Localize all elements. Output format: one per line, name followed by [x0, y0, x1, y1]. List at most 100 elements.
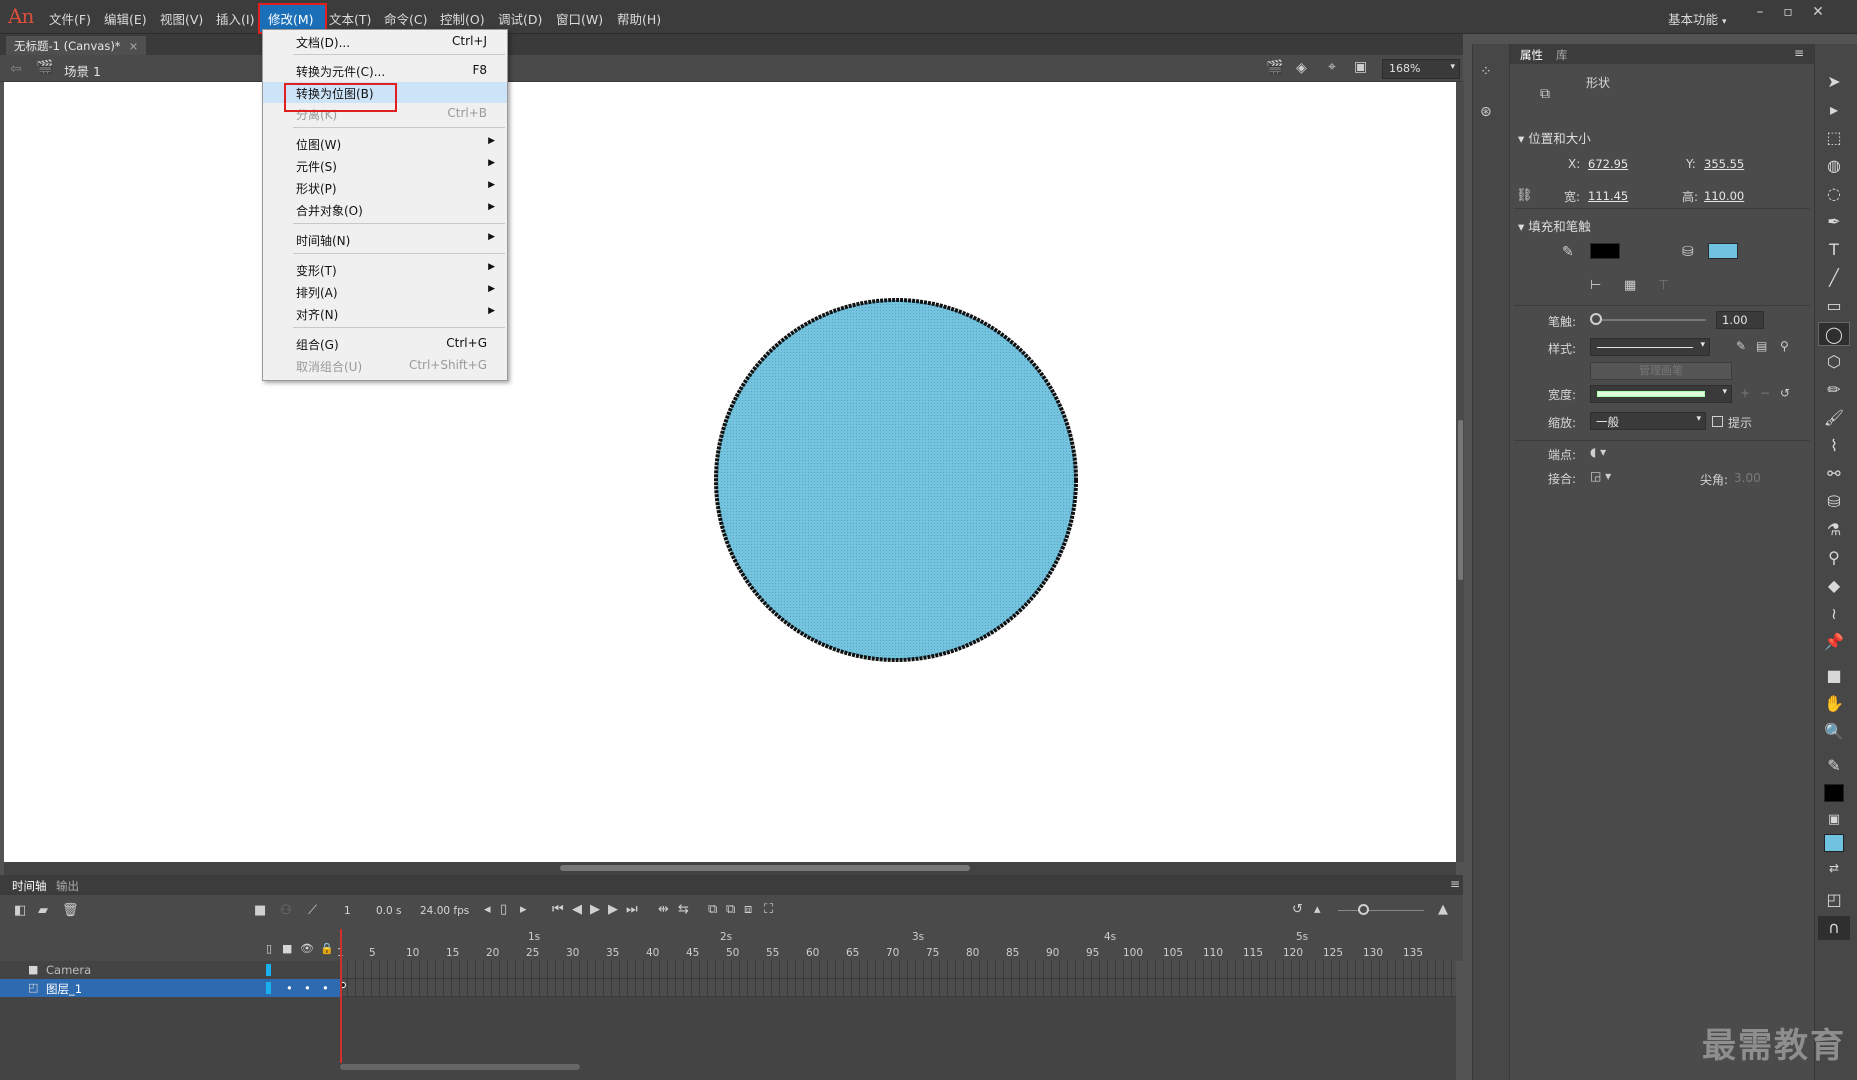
bone-tool-icon[interactable]: ⚯ — [1818, 462, 1850, 486]
rectangle-tool-icon[interactable]: ▭ — [1818, 294, 1850, 318]
play-icon[interactable]: ▶ — [590, 902, 600, 917]
hand-tool-icon[interactable]: ✋ — [1818, 692, 1850, 716]
menu-debug[interactable]: 调试(D) — [498, 9, 542, 28]
dot-icon[interactable]: • — [304, 981, 311, 995]
motion-presets-icon[interactable]: ⁘ — [1480, 64, 1492, 80]
frames-grid[interactable] — [340, 961, 1456, 1080]
insert-keyframe-icon[interactable]: ▯ — [500, 902, 507, 917]
y-value[interactable]: 355.55 — [1704, 157, 1744, 171]
zoom-tool-icon[interactable]: 🔍 — [1818, 720, 1850, 744]
new-layer-icon[interactable]: ◧ — [14, 903, 26, 918]
onion-skin-icon[interactable]: ⧉ — [708, 902, 717, 917]
distribute-icon[interactable]: ▦ — [1624, 278, 1636, 293]
layer-row-layer1[interactable]: ◰ 图层_1 • • • — [0, 979, 340, 997]
menu-help[interactable]: 帮助(H) — [617, 9, 661, 28]
timeline-menu-icon[interactable]: ≡ — [1450, 877, 1460, 891]
stage-horizontal-scroll-thumb[interactable] — [560, 865, 970, 871]
ink-bottle-tool-icon[interactable]: ⚗ — [1818, 518, 1850, 542]
stroke-color-swatch[interactable] — [1590, 243, 1620, 259]
panel-menu-icon[interactable]: ≡ — [1794, 46, 1804, 60]
swap-colors-icon[interactable]: ⇄ — [1818, 856, 1850, 880]
menu-item-align[interactable]: 对齐(N) ▶ — [263, 303, 507, 324]
x-value[interactable]: 672.95 — [1588, 157, 1628, 171]
clip-canvas-icon[interactable]: ▣ — [1354, 59, 1367, 75]
tab-timeline[interactable]: 时间轴 — [12, 878, 47, 894]
tab-library[interactable]: 库 — [1556, 47, 1568, 63]
brush-options-icon[interactable]: ⚲ — [1780, 339, 1789, 353]
edit-symbol-icon[interactable]: ◈ — [1296, 60, 1307, 76]
stage-canvas[interactable] — [4, 82, 1456, 862]
menu-item-shape[interactable]: 形状(P) ▶ — [263, 177, 507, 198]
free-transform-tool-icon[interactable]: ⬚ — [1818, 126, 1850, 150]
menu-edit[interactable]: 编辑(E) — [104, 9, 147, 28]
menu-item-combine-objects[interactable]: 合并对象(O) ▶ — [263, 199, 507, 220]
line-tool-icon[interactable]: ╱ — [1818, 266, 1850, 290]
polystar-tool-icon[interactable]: ⬡ — [1818, 350, 1850, 374]
pen-tool-icon[interactable]: ✒ — [1818, 210, 1850, 234]
circle-shape[interactable] — [714, 298, 1078, 662]
hint-checkbox[interactable] — [1712, 416, 1723, 427]
zoom-in-frames-icon[interactable]: ▲ — [1438, 902, 1448, 917]
tab-output[interactable]: 输出 — [56, 878, 79, 894]
close-icon[interactable]: × — [129, 39, 139, 53]
delete-layer-icon[interactable]: 🗑 — [62, 903, 79, 918]
camera-tool-icon[interactable]: ■ — [1818, 664, 1850, 688]
camera-layer-icon[interactable]: ■ — [282, 942, 292, 955]
timeline-horizontal-scroll-thumb[interactable] — [340, 1064, 580, 1070]
eyedropper-tool-icon[interactable]: ⚲ — [1818, 546, 1850, 570]
menu-item-bitmap[interactable]: 位图(W) ▶ — [263, 133, 507, 154]
width-profile-select[interactable]: ▾ — [1590, 385, 1732, 403]
cap-style-select[interactable]: ◖ ▾ — [1590, 445, 1606, 459]
menu-item-transform[interactable]: 变形(T) ▶ — [263, 259, 507, 280]
frame-rate[interactable]: 24.00 fps — [420, 905, 469, 917]
minimize-button[interactable]: – — [1748, 4, 1772, 20]
width-tool-icon[interactable]: ≀ — [1818, 602, 1850, 626]
edit-stroke-style-icon[interactable]: ✎ — [1736, 339, 1746, 353]
tool-stroke-color-swatch[interactable] — [1824, 784, 1844, 802]
menu-item-document[interactable]: 文档(D)... Ctrl+J — [263, 31, 507, 52]
menu-modify[interactable]: 修改(M) — [268, 9, 314, 28]
prev-keyframe-icon[interactable]: ◂ — [484, 902, 491, 917]
paint-bucket-tool-icon[interactable]: ⛁ — [1818, 490, 1850, 514]
onion-skin-outlines-icon[interactable]: ⧉ — [726, 902, 735, 917]
object-drawing-icon[interactable]: ◰ — [1818, 888, 1850, 912]
edit-multiple-frames-icon[interactable]: ⧈ — [744, 902, 752, 917]
pencil-tool-icon[interactable]: ✏ — [1818, 378, 1850, 402]
new-folder-icon[interactable]: ▰ — [38, 903, 48, 918]
camera-toggle-icon[interactable]: ■ — [254, 903, 266, 918]
edit-scene-icon[interactable]: 🎬 — [1266, 60, 1283, 76]
modify-markers-icon[interactable]: ⛶ — [764, 902, 773, 917]
fill-stroke-section[interactable]: ▾ 填充和笔触 — [1518, 216, 1591, 235]
stroke-style-select[interactable]: ▾ — [1590, 338, 1710, 356]
menu-commands[interactable]: 命令(C) — [384, 9, 427, 28]
maximize-button[interactable]: ▫ — [1776, 4, 1800, 20]
lasso-tool-icon[interactable]: ◌ — [1818, 182, 1850, 206]
width-value[interactable]: 111.45 — [1588, 189, 1628, 203]
asset-warp-tool-icon[interactable]: 📌 — [1818, 630, 1850, 654]
text-tool-icon[interactable]: T — [1818, 238, 1850, 262]
dot-icon[interactable]: • — [286, 981, 293, 995]
eraser-tool-icon[interactable]: ◆ — [1818, 574, 1850, 598]
zoom-out-frames-icon[interactable]: ▴ — [1314, 902, 1321, 917]
undo-zoom-icon[interactable]: ↺ — [1292, 902, 1303, 917]
scale-select[interactable]: 一般 ▾ — [1590, 412, 1706, 430]
reset-width-icon[interactable]: ↺ — [1780, 386, 1790, 400]
cc-libraries-icon[interactable]: ⊛ — [1480, 104, 1492, 120]
fill-color-swatch[interactable] — [1708, 243, 1738, 259]
tab-properties[interactable]: 属性 — [1520, 47, 1543, 63]
join-style-select[interactable]: ◲ ▾ — [1590, 469, 1611, 483]
fill-color-tool-icon[interactable]: ▣ — [1818, 808, 1850, 832]
dot-icon[interactable]: • — [322, 981, 329, 995]
brush-tool-icon[interactable]: ⌇ — [1818, 434, 1850, 458]
menu-insert[interactable]: 插入(I) — [216, 9, 254, 28]
menu-window[interactable]: 窗口(W) — [556, 9, 603, 28]
stroke-color-tool-icon[interactable]: ✎ — [1818, 754, 1850, 778]
height-value[interactable]: 110.00 — [1704, 189, 1744, 203]
link-lock-icon[interactable]: ⛓ — [1516, 188, 1533, 203]
frame-zoom-slider-track[interactable] — [1338, 910, 1424, 911]
document-tab[interactable]: 无标题-1 (Canvas)* × — [6, 36, 147, 55]
menu-item-symbol[interactable]: 元件(S) ▶ — [263, 155, 507, 176]
stroke-slider-thumb[interactable] — [1590, 313, 1602, 325]
graph-icon[interactable]: ⟋ — [308, 903, 317, 918]
tool-fill-color-swatch[interactable] — [1824, 834, 1844, 852]
